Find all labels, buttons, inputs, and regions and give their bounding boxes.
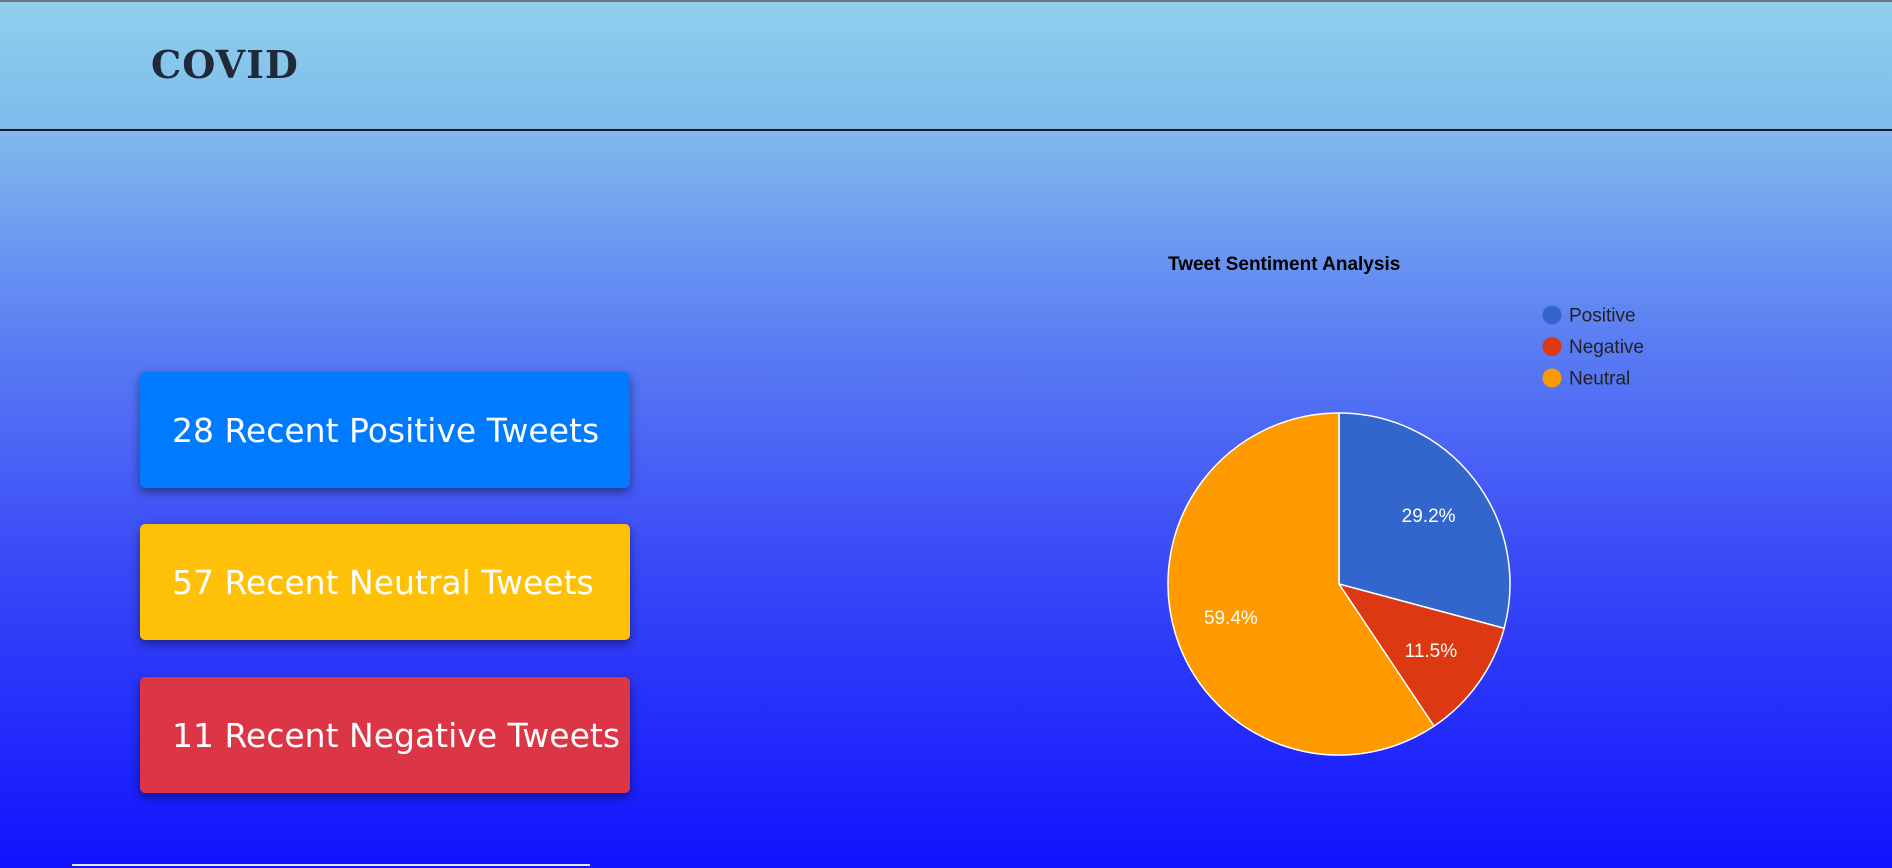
legend-label-negative[interactable]: Negative — [1569, 337, 1644, 358]
legend-marker-positive — [1542, 305, 1562, 325]
positive-tweets-button[interactable]: 28 Recent Positive Tweets — [140, 372, 630, 488]
legend-label-positive[interactable]: Positive — [1569, 306, 1636, 327]
chart-legend: Positive Negative Neutral — [1542, 305, 1644, 390]
sentiment-pie-chart: Tweet Sentiment Analysis 29.2% 11.5% 59.4%… — [1167, 254, 1644, 756]
bottom-divider — [72, 864, 590, 866]
slice-label-negative: 11.5% — [1405, 641, 1458, 662]
chart-title: Tweet Sentiment Analysis — [1168, 254, 1400, 275]
legend-marker-negative — [1542, 337, 1562, 356]
brand-title[interactable]: COVID — [151, 42, 299, 87]
top-navbar: COVID — [0, 0, 1892, 131]
pie-slices — [1167, 412, 1511, 756]
negative-tweets-button[interactable]: 11 Recent Negative Tweets — [140, 677, 630, 793]
slice-label-positive: 29.2% — [1402, 506, 1456, 527]
slice-label-neutral: 59.4% — [1204, 608, 1258, 629]
legend-label-neutral[interactable]: Neutral — [1569, 369, 1630, 390]
legend-marker-neutral — [1542, 368, 1562, 388]
neutral-tweets-button[interactable]: 57 Recent Neutral Tweets — [140, 524, 630, 640]
